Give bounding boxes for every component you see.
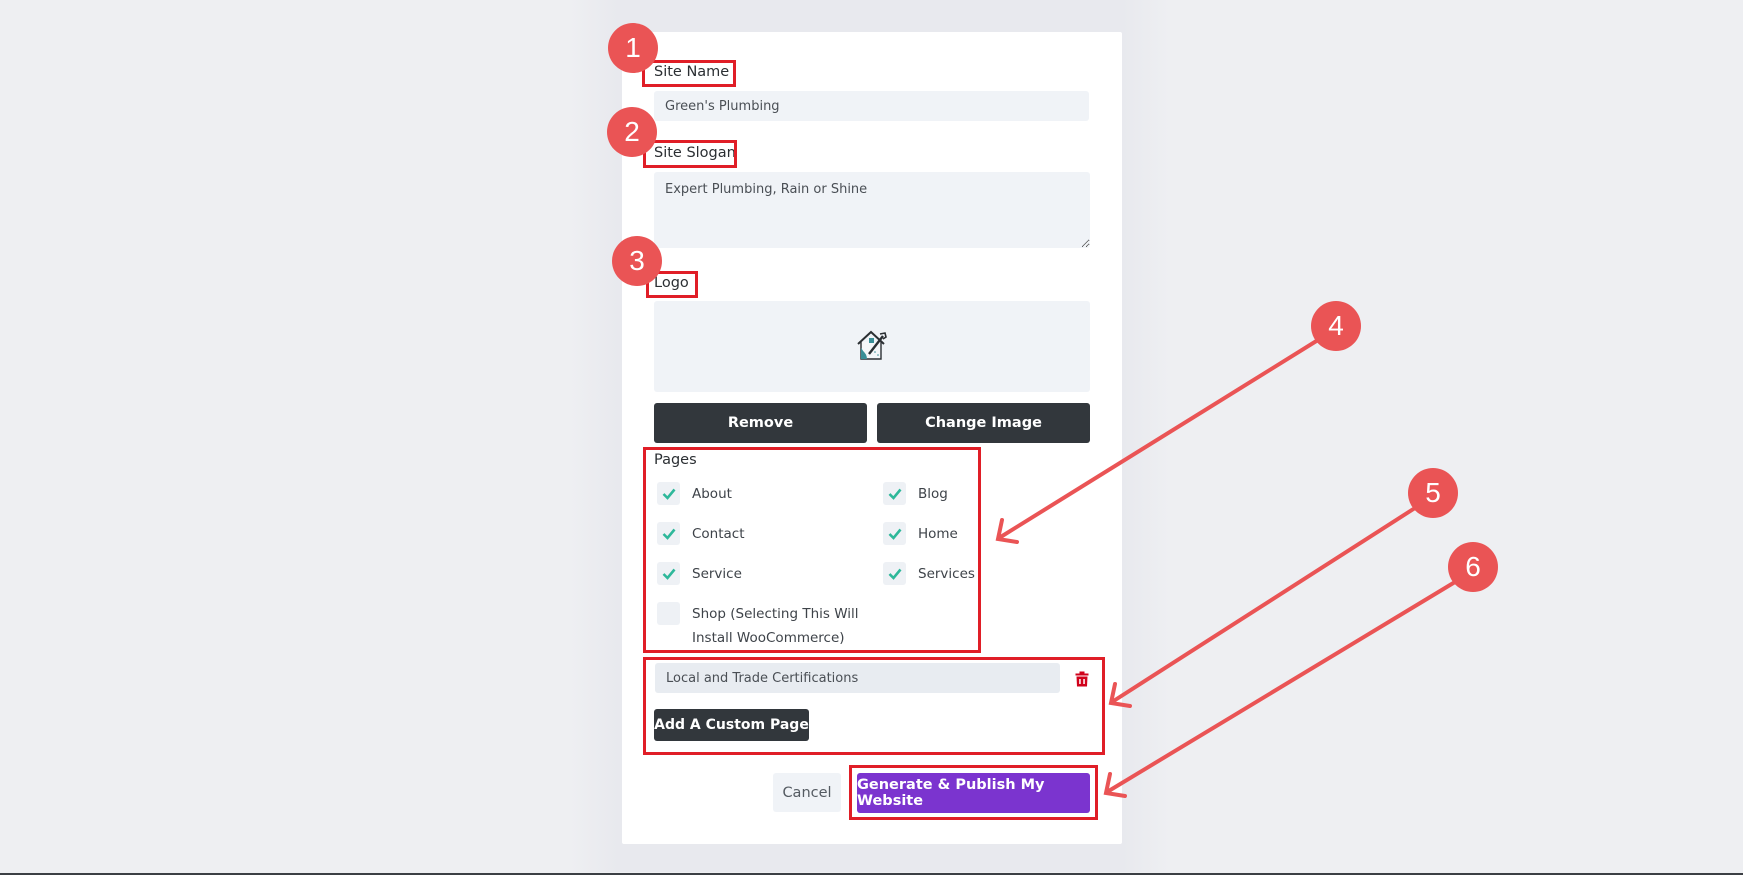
house-plumbing-logo-icon: [855, 328, 889, 366]
checkbox-services[interactable]: [883, 562, 906, 585]
page-option-label: Home: [918, 526, 958, 542]
annotation-badge-3: 3: [612, 236, 662, 286]
page-option-blog[interactable]: Blog: [883, 482, 948, 506]
checkbox-shop[interactable]: [657, 602, 680, 625]
generate-publish-button[interactable]: Generate & Publish My Website: [857, 773, 1090, 813]
site-name-input[interactable]: [654, 91, 1089, 121]
custom-page-input[interactable]: [655, 663, 1060, 693]
page-option-label: Contact: [692, 526, 745, 542]
annotation-badge-5: 5: [1408, 468, 1458, 518]
page-option-service[interactable]: Service: [657, 562, 742, 586]
checkbox-blog[interactable]: [883, 482, 906, 505]
checkbox-contact[interactable]: [657, 522, 680, 545]
logo-preview: [654, 301, 1090, 392]
annotation-badge-1: 1: [608, 23, 658, 73]
page-option-contact[interactable]: Contact: [657, 522, 745, 546]
checkbox-about[interactable]: [657, 482, 680, 505]
add-custom-page-button[interactable]: Add A Custom Page: [654, 709, 809, 741]
page-option-services[interactable]: Services: [883, 562, 975, 586]
trash-icon[interactable]: [1075, 671, 1089, 691]
page-option-shop[interactable]: Shop (Selecting This Will Install WooCom…: [657, 602, 862, 650]
remove-logo-button[interactable]: Remove: [654, 403, 867, 443]
site-slogan-textarea[interactable]: Expert Plumbing, Rain or Shine: [654, 172, 1090, 248]
annotation-badge-2: 2: [607, 107, 657, 157]
annotation-badge-6: 6: [1448, 542, 1498, 592]
checkbox-home[interactable]: [883, 522, 906, 545]
site-slogan-label: Site Slogan: [654, 145, 736, 161]
page-option-label: Services: [918, 566, 975, 582]
page-option-home[interactable]: Home: [883, 522, 958, 546]
checkbox-service[interactable]: [657, 562, 680, 585]
cancel-button[interactable]: Cancel: [773, 773, 841, 812]
page-option-label: Service: [692, 566, 742, 582]
page-option-label: About: [692, 486, 732, 502]
logo-label: Logo: [654, 275, 689, 291]
annotation-badge-4: 4: [1311, 301, 1361, 351]
pages-label: Pages: [654, 452, 697, 468]
change-image-button[interactable]: Change Image: [877, 403, 1090, 443]
page-option-label: Shop (Selecting This Will Install WooCom…: [692, 606, 859, 646]
site-name-label: Site Name: [654, 64, 730, 80]
page-option-label: Blog: [918, 486, 948, 502]
page-option-about[interactable]: About: [657, 482, 732, 506]
